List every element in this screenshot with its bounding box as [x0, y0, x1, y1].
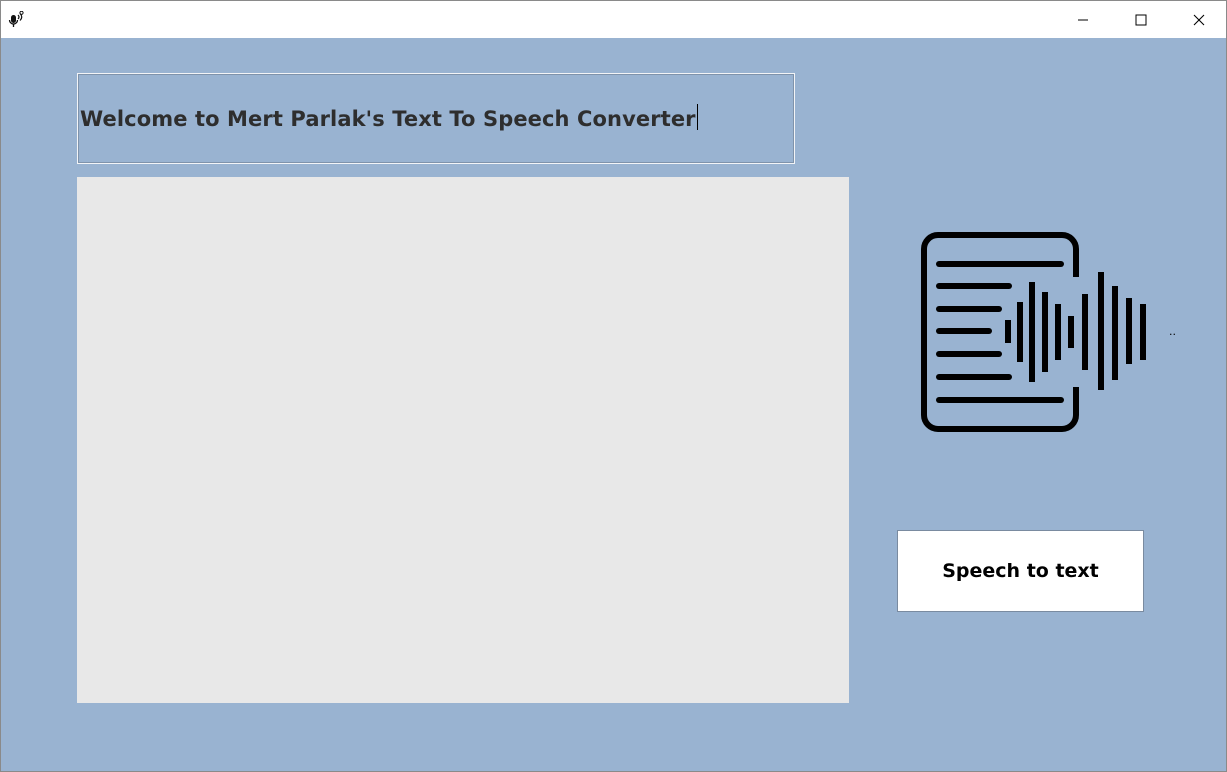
minimize-button[interactable] [1054, 1, 1112, 38]
speech-to-text-button[interactable]: Speech to text [897, 530, 1144, 612]
app-window: Welcome to Mert Parlak's Text To Speech … [0, 0, 1227, 772]
title-entry[interactable]: Welcome to Mert Parlak's Text To Speech … [77, 73, 795, 164]
minimize-icon [1078, 19, 1088, 20]
text-caret [696, 103, 698, 130]
side-marker: .. [1169, 325, 1176, 338]
maximize-button[interactable] [1112, 1, 1170, 38]
text-to-speech-document-waveform-icon [921, 232, 1146, 432]
close-icon [1193, 14, 1205, 25]
maximize-icon [1135, 14, 1147, 25]
main-panel: Welcome to Mert Parlak's Text To Speech … [1, 38, 1226, 771]
microphone-speech-icon [8, 11, 24, 27]
text-input-area[interactable] [77, 177, 849, 703]
title-entry-text: Welcome to Mert Parlak's Text To Speech … [80, 106, 696, 131]
close-button[interactable] [1170, 1, 1227, 38]
title-bar[interactable] [1, 1, 1226, 38]
